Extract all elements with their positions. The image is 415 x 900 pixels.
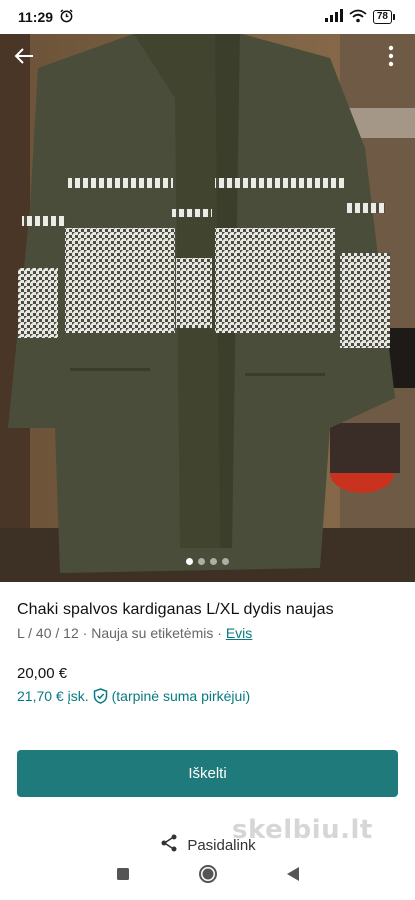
meta-separator: · xyxy=(78,625,92,641)
pagination-dot-4[interactable] xyxy=(222,558,229,565)
alarm-icon xyxy=(59,8,74,26)
triangle-back-icon xyxy=(286,866,300,887)
listing-title: Chaki spalvos kardiganas L/XL dydis nauj… xyxy=(17,601,334,618)
pagination-dot-1[interactable] xyxy=(186,558,193,565)
status-bar: 11:29 78 xyxy=(0,0,415,34)
battery-level: 78 xyxy=(372,10,392,24)
more-vertical-icon xyxy=(388,45,394,72)
promote-button[interactable]: Iškelti xyxy=(17,750,398,797)
back-button[interactable] xyxy=(10,44,38,72)
listing-meta: L / 40 / 12 · Nauja su etiketėmis · Evis xyxy=(17,623,398,643)
nav-recent-button[interactable] xyxy=(108,862,138,892)
nav-home-button[interactable] xyxy=(193,862,223,892)
more-options-button[interactable] xyxy=(377,44,405,72)
pagination-dot-2[interactable] xyxy=(198,558,205,565)
photo-pagination xyxy=(0,558,415,565)
signal-icon xyxy=(324,9,343,25)
wifi-icon xyxy=(349,9,367,26)
listing-photo[interactable] xyxy=(0,28,415,582)
price-note: (tarpinė suma pirkėjui) xyxy=(111,688,251,704)
system-nav-bar xyxy=(0,853,415,900)
listing-condition: Nauja su etiketėmis xyxy=(91,625,214,641)
square-icon xyxy=(116,867,130,886)
circle-icon xyxy=(198,864,218,889)
pagination-dot-3[interactable] xyxy=(210,558,217,565)
listing-price: 20,00 € xyxy=(17,665,68,682)
meta-separator: · xyxy=(213,625,226,641)
cardigan-photo-graphic xyxy=(0,28,415,582)
nav-back-button[interactable] xyxy=(278,862,308,892)
share-label: Pasidalink xyxy=(187,836,256,854)
shield-check-icon xyxy=(93,688,108,704)
screen: 11:29 78 Chaki spalvos kardiganas L/XL d… xyxy=(0,0,415,900)
status-left: 11:29 xyxy=(18,8,74,26)
battery-icon: 78 xyxy=(372,10,395,24)
brand-link[interactable]: Evis xyxy=(226,625,252,641)
arrow-left-icon xyxy=(13,45,35,72)
price-with-protection[interactable]: 21,70 € įsk. (tarpinė suma pirkėjui) xyxy=(17,687,398,705)
listing-details: Chaki spalvos kardiganas L/XL dydis nauj… xyxy=(0,582,415,705)
price-incl-value: 21,70 € įsk. xyxy=(17,688,89,704)
status-time: 11:29 xyxy=(18,9,54,25)
listing-size: L / 40 / 12 xyxy=(17,625,79,641)
status-right: 78 xyxy=(324,9,395,26)
